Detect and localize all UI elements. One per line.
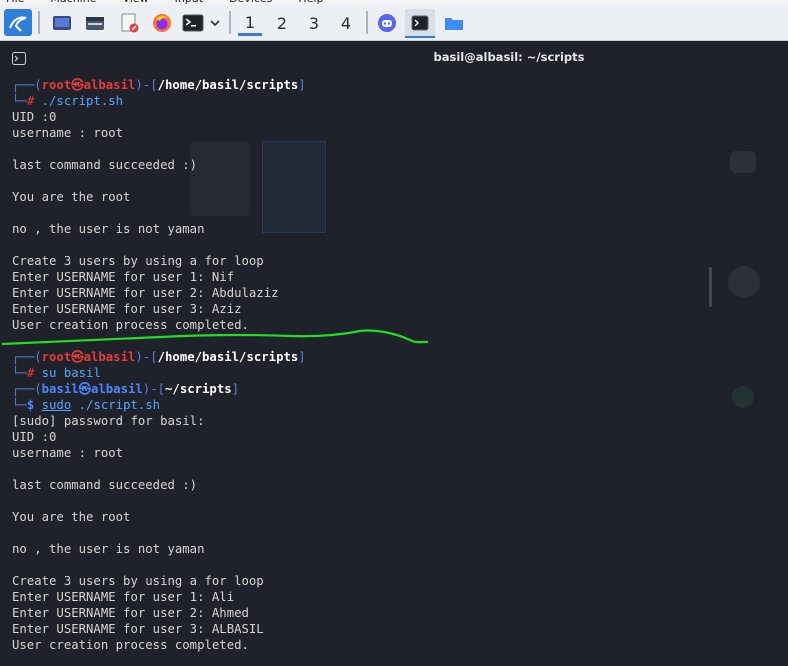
command-text: su basil [34,366,101,380]
output-line: last command succeeded :) [12,478,198,492]
screen-root: FileMachineViewInputDevicesHelp 1 2 3 4 [0,0,788,666]
prompt-bracket: )-[ [142,382,166,396]
prompt-host: albasil [90,382,143,396]
prompt-bracket: └─ [12,366,27,380]
output-line: [sudo] password for basil: [12,414,205,428]
output-line: UID :0 [12,110,57,124]
prompt-bracket: )-[ [135,78,158,92]
output-line: username : root [12,126,124,140]
output-line: User creation process completed. [12,638,249,652]
prompt-path: /home/basil/scripts [157,78,299,92]
output-line: last command succeeded :) [12,158,198,172]
command-line: └─# su basil [12,365,782,381]
desktop-icon[interactable] [50,9,74,36]
prompt-at-icon: ㉿ [71,350,84,364]
taskbar-terminal-window[interactable] [405,9,435,38]
output-line: Create 3 users by using a for loop [12,574,264,588]
output-line: Enter USERNAME for user 2: Ahmed [12,606,249,620]
output-line: Enter USERNAME for user 2: Abdulaziz [12,286,279,300]
prompt-bracket: ] [231,382,240,396]
terminal-window[interactable]: basil@albasil: ~/scripts ┌──(root㉿albasi… [0,41,788,666]
terminal-icon [411,15,429,30]
scrollbar-thumb[interactable] [709,267,712,307]
prompt-bracket: └─ [12,398,27,412]
kali-menu-icon[interactable] [4,9,32,36]
prompt-user: root [41,350,72,364]
prompt-bracket: ┌──( [12,78,42,92]
prompt-host: albasil [83,78,136,92]
output-line: Enter USERNAME for user 1: Nif [12,270,235,284]
output-line: Create 3 users by using a for loop [12,254,264,268]
top-panel: 1 2 3 4 [0,5,788,41]
terminal-output[interactable]: ┌──(root㉿albasil)-[/home/basil/scripts] └… [12,77,782,653]
file-manager-icon[interactable] [83,9,107,36]
prompt-bracket: ┌──( [12,382,42,396]
output-line: no , the user is not yaman [12,542,205,556]
prompt-bracket: ] [298,350,306,364]
workspace-3[interactable]: 3 [302,11,326,35]
workspace-4[interactable]: 4 [334,11,358,35]
panel-separator [38,11,40,34]
command-line: └─# ./script.sh [12,93,782,109]
terminal-title: basil@albasil: ~/scripts [433,50,585,64]
text-editor-icon[interactable] [117,9,141,36]
prompt-line: ┌──(basil㉿albasil)-[~/scripts] [12,381,782,397]
output-line: Enter USERNAME for user 3: Aziz [12,302,242,316]
prompt-user: basil [41,382,79,396]
prompt-at-icon: ㉿ [71,78,84,92]
output-line: Enter USERNAME for user 3: ALBASIL [12,622,264,636]
panel-separator [366,11,368,34]
output-line: username : root [12,446,124,460]
command-text: ./script.sh [71,398,161,412]
prompt-symbol: $ [26,398,35,412]
prompt-bracket: )-[ [135,350,158,364]
prompt-bracket: ] [298,78,306,92]
workspace-1[interactable]: 1 [238,11,262,36]
terminal-icon[interactable] [181,9,205,36]
prompt-line: ┌──(root㉿albasil)-[/home/basil/scripts] [12,349,782,365]
output-line: You are the root [12,510,131,524]
prompt-path: /home/basil/scripts [157,350,299,364]
prompt-bracket: └─ [12,94,27,108]
annotation-stroke [1,329,429,346]
output-line: no , the user is not yaman [12,222,205,236]
prompt-user: root [41,78,72,92]
chevron-down-icon[interactable] [206,9,224,36]
prompt-line: ┌──(root㉿albasil)-[/home/basil/scripts] [12,77,782,93]
panel-separator [229,11,231,34]
output-line: You are the root [12,190,131,204]
command-text: ./script.sh [34,94,124,108]
folder-icon[interactable] [441,9,467,36]
output-line: UID :0 [12,430,57,444]
prompt-host: albasil [83,350,136,364]
discord-icon[interactable] [375,9,399,36]
output-line: Enter USERNAME for user 1: Ali [12,590,235,604]
prompt-path: ~/scripts [165,382,232,396]
command-keyword: sudo [41,398,72,412]
prompt-bracket: ┌──( [12,350,42,364]
firefox-icon[interactable] [150,9,174,36]
workspace-2[interactable]: 2 [270,11,294,35]
prompt-at-icon: ㉿ [78,382,91,396]
command-line: └─$ sudo ./script.sh [12,397,782,413]
terminal-titlebar[interactable]: basil@albasil: ~/scripts [0,41,788,73]
